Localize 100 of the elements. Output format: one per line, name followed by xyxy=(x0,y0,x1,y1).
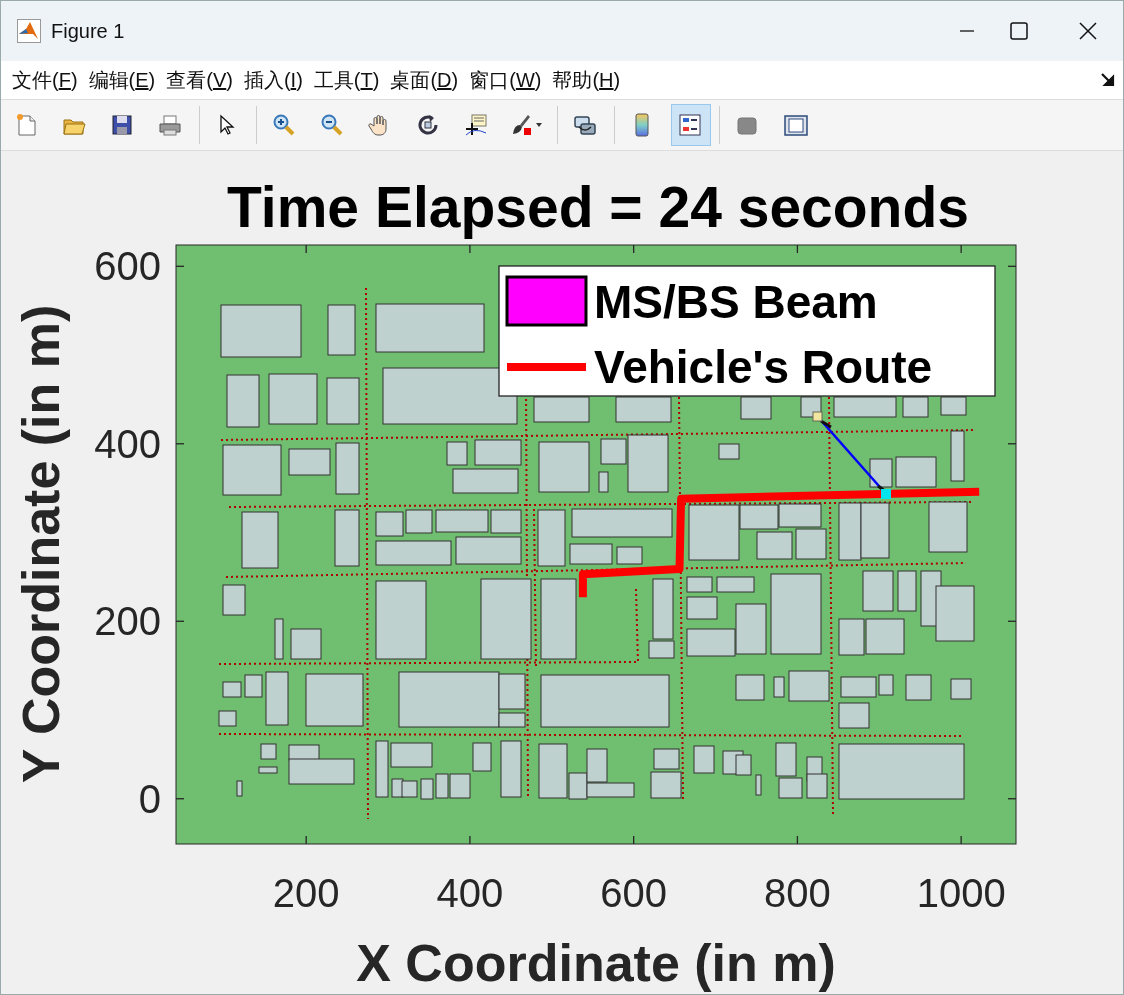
building-footprint xyxy=(537,509,566,567)
building-footprint xyxy=(538,441,590,493)
building-footprint xyxy=(735,674,765,701)
building-footprint xyxy=(862,570,894,612)
building-footprint xyxy=(327,304,356,356)
building-footprint xyxy=(446,441,468,466)
building-footprint xyxy=(940,396,967,416)
legend-label: MS/BS Beam xyxy=(594,276,878,328)
building-footprint xyxy=(902,396,929,418)
app-logo-icon xyxy=(17,19,41,43)
building-footprint xyxy=(375,511,404,537)
building-footprint xyxy=(795,528,827,560)
building-footprint xyxy=(615,396,672,423)
building-footprint xyxy=(236,780,243,797)
building-footprint xyxy=(569,543,613,565)
building-footprint xyxy=(650,771,682,799)
building-footprint xyxy=(391,778,404,798)
y-tick-label: 600 xyxy=(94,244,161,289)
x-tick-label: 1000 xyxy=(916,871,1006,915)
building-footprint xyxy=(897,570,917,612)
building-footprint xyxy=(500,740,522,798)
menu-item[interactable]: 插入(I) xyxy=(238,65,308,96)
building-footprint xyxy=(773,676,785,698)
building-footprint xyxy=(740,396,772,420)
x-tick-label: 200 xyxy=(272,871,340,915)
building-footprint xyxy=(218,710,237,727)
building-footprint xyxy=(474,439,522,466)
building-footprint xyxy=(274,618,284,660)
building-footprint xyxy=(860,502,890,559)
building-footprint xyxy=(260,743,277,760)
x-tick-label: 400 xyxy=(436,871,504,915)
building-footprint xyxy=(718,443,740,460)
building-footprint xyxy=(222,444,282,496)
vehicle-marker xyxy=(881,489,891,499)
building-footprint xyxy=(755,774,762,796)
building-footprint xyxy=(788,670,830,702)
menu-item[interactable]: 文件(F) xyxy=(7,65,83,96)
x-axis-label: X Coordinate (in m) xyxy=(356,934,836,992)
maximize-icon xyxy=(1009,21,1029,41)
menu-item[interactable]: 编辑(E) xyxy=(83,65,161,96)
building-footprint xyxy=(756,531,793,560)
y-tick-label: 200 xyxy=(94,599,161,644)
building-footprint xyxy=(268,373,318,425)
building-footprint xyxy=(265,671,289,726)
building-footprint xyxy=(222,584,246,616)
building-footprint xyxy=(334,509,360,567)
window-title: Figure 1 xyxy=(51,19,125,44)
menu-item[interactable]: 窗口(W) xyxy=(464,65,547,96)
building-footprint xyxy=(905,674,932,701)
menu-item[interactable]: 工具(T) xyxy=(308,65,385,96)
plot-title: Time Elapsed = 24 seconds xyxy=(227,175,969,239)
building-footprint xyxy=(290,628,322,660)
building-footprint xyxy=(838,702,870,729)
building-footprint xyxy=(288,448,331,476)
building-footprint xyxy=(258,766,278,774)
building-footprint xyxy=(452,468,519,494)
building-footprint xyxy=(928,501,968,553)
building-footprint xyxy=(533,396,590,423)
menu-item[interactable]: 桌面(D) xyxy=(385,65,464,96)
building-footprint xyxy=(686,596,718,620)
building-footprint xyxy=(686,576,713,593)
building-footprint xyxy=(653,748,680,770)
building-footprint xyxy=(716,576,755,593)
legend-label: Vehicle's Route xyxy=(594,341,933,393)
building-footprint xyxy=(869,458,893,488)
building-footprint xyxy=(326,377,360,425)
building-footprint xyxy=(616,546,643,565)
building-footprint xyxy=(244,674,263,698)
building-footprint xyxy=(950,678,972,700)
window-frame-icon xyxy=(783,112,809,139)
building-footprint xyxy=(950,430,965,482)
building-footprint xyxy=(806,773,828,799)
building-footprint xyxy=(598,471,609,493)
building-footprint xyxy=(305,673,364,727)
building-footprint xyxy=(778,503,822,528)
menu-item[interactable]: 帮助(H) xyxy=(547,65,626,96)
y-tick-label: 0 xyxy=(138,776,161,821)
building-footprint xyxy=(405,509,433,534)
building-footprint xyxy=(420,778,434,800)
x-tick-label: 600 xyxy=(600,871,668,915)
y-tick-label: 400 xyxy=(94,421,161,466)
building-footprint xyxy=(222,681,242,698)
dock-arrow-icon[interactable] xyxy=(1101,73,1115,88)
building-footprint xyxy=(693,745,715,774)
base-station-marker xyxy=(812,411,823,422)
building-footprint xyxy=(335,442,360,495)
building-footprint xyxy=(401,780,418,798)
printer-icon xyxy=(158,112,184,139)
x-tick-label: 800 xyxy=(764,871,831,915)
building-footprint xyxy=(472,742,492,772)
building-footprint xyxy=(838,502,862,561)
building-footprint xyxy=(735,754,752,776)
building-footprint xyxy=(226,374,260,428)
building-footprint xyxy=(895,456,937,488)
y-axis-label: Y Coordinate (in m) xyxy=(12,304,70,784)
minimize-icon xyxy=(960,30,974,32)
legend-icon xyxy=(678,112,704,139)
building-footprint xyxy=(241,511,279,569)
menu-item[interactable]: 查看(V) xyxy=(161,65,238,96)
building-footprint xyxy=(833,396,897,418)
